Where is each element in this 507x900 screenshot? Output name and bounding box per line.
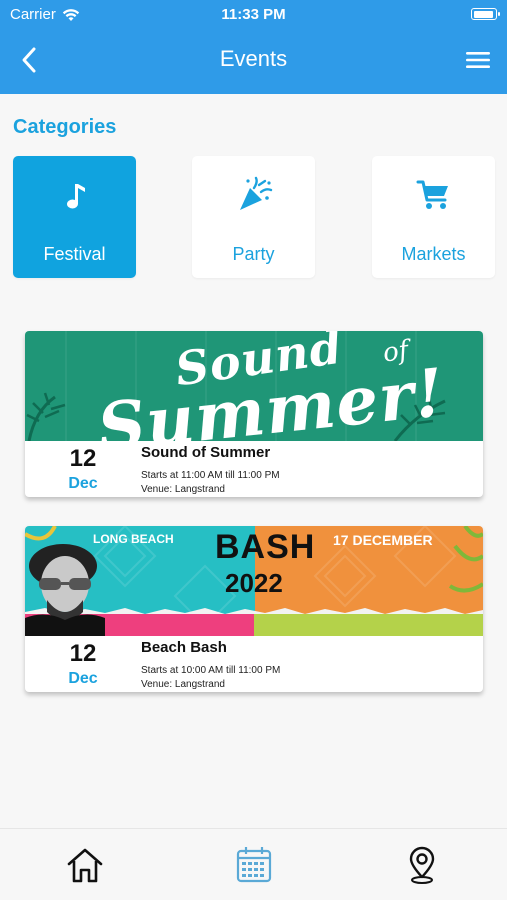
palm-leaf-icon (26, 392, 66, 441)
category-label: Party (232, 244, 275, 264)
home-icon (67, 848, 103, 883)
status-time: 11:33 PM (221, 6, 286, 23)
event-day: 12 (69, 640, 97, 667)
banner-text: BASH (215, 528, 316, 566)
category-label: Festival (43, 244, 106, 264)
banner-text: 2022 (225, 568, 283, 598)
event-info: 12 Dec Sound of Summer Starts at 11:00 A… (25, 441, 483, 497)
event-card-beach-bash[interactable]: LONG BEACH BASH 2022 17 DECEMBER 12 Dec … (25, 526, 483, 692)
event-month: Dec (68, 670, 98, 687)
tab-map[interactable] (400, 843, 444, 887)
page-title: Events (219, 46, 288, 71)
shopping-cart-icon (416, 180, 448, 209)
hamburger-menu-icon[interactable] (465, 48, 491, 72)
category-label: Markets (401, 244, 466, 264)
event-time: Starts at 11:00 AM till 11:00 PM (141, 470, 280, 481)
event-banner-image: LONG BEACH BASH 2022 17 DECEMBER (25, 526, 483, 636)
music-note-icon (66, 184, 85, 209)
event-name: Sound of Summer (141, 444, 271, 461)
status-bar: Carrier 11:33 PM (0, 0, 507, 28)
calendar-icon (236, 847, 272, 883)
category-festival[interactable]: Festival (13, 156, 136, 278)
event-card-sound-of-summer[interactable]: Sound of Summer! 12 Dec Sound of Summer … (25, 331, 483, 497)
tab-home[interactable] (63, 843, 107, 887)
event-venue: Venue: Langstrand (141, 484, 225, 495)
category-party[interactable]: Party (192, 156, 315, 278)
event-day: 12 (69, 445, 97, 472)
party-popper-icon (239, 176, 272, 210)
event-banner-image: Sound of Summer! (25, 331, 483, 441)
bottom-tab-bar (0, 828, 507, 900)
categories-heading: Categories (13, 116, 117, 138)
banner-text: 17 DECEMBER (333, 532, 433, 548)
category-markets[interactable]: Markets (372, 156, 495, 278)
event-name: Beach Bash (141, 639, 227, 656)
tab-events[interactable] (232, 843, 276, 887)
banner-text: LONG BEACH (93, 532, 174, 546)
event-info: 12 Dec Beach Bash Starts at 10:00 AM til… (25, 636, 483, 692)
event-month: Dec (68, 475, 98, 492)
battery-level (473, 10, 494, 18)
map-pin-icon (409, 846, 435, 884)
person-photo (25, 544, 105, 636)
navigation-bar: Events (0, 40, 507, 80)
event-time: Starts at 10:00 AM till 11:00 PM (141, 665, 281, 676)
battery-icon (471, 8, 500, 20)
event-venue: Venue: Langstrand (141, 679, 225, 690)
top-bar: Carrier 11:33 PM Events (0, 0, 507, 94)
